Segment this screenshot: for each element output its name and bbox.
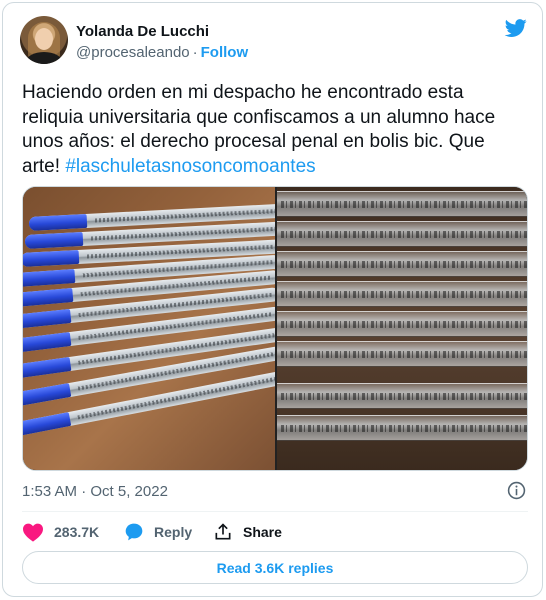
blue-cap-pens-photo[interactable] bbox=[23, 187, 275, 470]
pen-tube bbox=[277, 221, 527, 247]
divider bbox=[22, 511, 528, 512]
tweet-text: Haciendo orden en mi despacho he encontr… bbox=[22, 81, 527, 179]
follow-button[interactable]: Follow bbox=[201, 44, 249, 61]
author-handle[interactable]: @procesaleando bbox=[76, 44, 190, 61]
engraved-pen-closeup-photo[interactable] bbox=[277, 187, 527, 470]
share-button[interactable]: Share bbox=[213, 521, 282, 543]
separator-dot: · bbox=[192, 44, 198, 61]
pen-tube bbox=[277, 191, 527, 217]
read-replies-button[interactable]: Read 3.6K replies bbox=[22, 551, 528, 584]
pen-tube bbox=[277, 383, 527, 409]
heart-icon bbox=[23, 523, 43, 542]
reply-button[interactable]: Reply bbox=[124, 521, 192, 543]
tweet-embed-card: Yolanda De Lucchi @procesaleando · Follow … bbox=[2, 2, 543, 597]
reply-label: Reply bbox=[154, 524, 193, 540]
info-icon[interactable] bbox=[507, 481, 526, 500]
avatar[interactable] bbox=[20, 16, 68, 64]
pen-tube bbox=[277, 281, 527, 307]
pen-tube bbox=[277, 251, 527, 277]
tweet-timestamp[interactable]: 1:53 AM · Oct 5, 2022 bbox=[22, 483, 168, 500]
pen-tube bbox=[277, 415, 527, 441]
share-icon bbox=[215, 523, 231, 540]
hashtag-link[interactable]: #laschuletasnosoncomoantes bbox=[65, 156, 315, 177]
twitter-bird-icon[interactable] bbox=[503, 17, 529, 39]
tweet-media[interactable] bbox=[22, 186, 528, 471]
author-name[interactable]: Yolanda De Lucchi bbox=[76, 23, 209, 40]
pen-tube bbox=[277, 311, 527, 337]
pen-tube bbox=[277, 341, 527, 367]
like-count: 283.7K bbox=[54, 524, 100, 540]
author-meta: @procesaleando · Follow bbox=[76, 44, 248, 61]
share-label: Share bbox=[243, 524, 282, 540]
like-button[interactable]: 283.7K bbox=[22, 521, 99, 543]
reply-bubble-icon bbox=[125, 523, 143, 541]
